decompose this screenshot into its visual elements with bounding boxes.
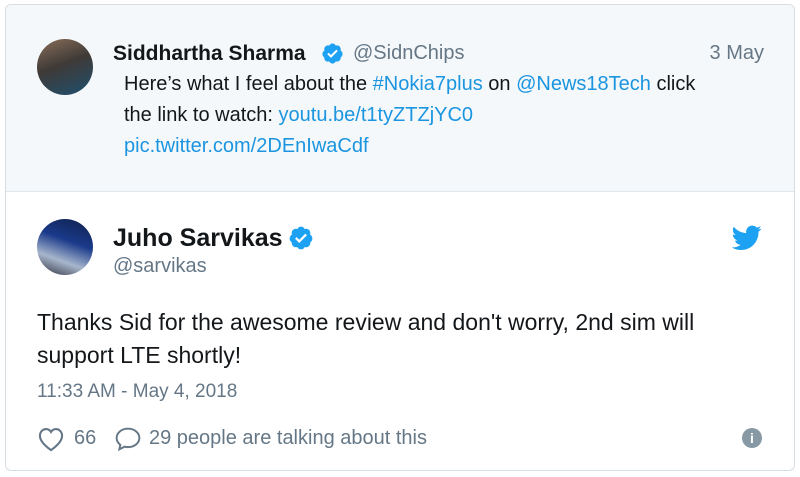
quoted-author-avatar[interactable] (37, 39, 93, 95)
tweet-timestamp[interactable]: 11:33 AM - May 4, 2018 (37, 381, 237, 403)
heart-icon[interactable] (37, 426, 65, 452)
twitter-bird-icon[interactable] (732, 225, 762, 251)
author-name[interactable]: Juho Sarvikas (113, 224, 283, 253)
talking-count[interactable]: 29 people are talking about this (149, 427, 427, 450)
youtube-link[interactable]: youtu.be/t1tyZTZjYC0 (279, 104, 474, 126)
quoted-text: click (650, 73, 696, 95)
pic-link[interactable]: pic.twitter.com/2DEnIwaCdf (124, 135, 369, 157)
author-handle[interactable]: @sarvikas (113, 255, 207, 278)
tweet-text: Thanks Sid for the awesome review and do… (37, 309, 695, 368)
quoted-text-line-2: the link to watch: youtu.be/t1tyZTZjYC0 (124, 104, 473, 127)
info-icon[interactable]: i (742, 428, 762, 448)
verified-badge-icon (288, 225, 314, 251)
quoted-text: the link to watch: (124, 104, 279, 126)
quoted-text: on (482, 73, 517, 95)
quoted-text-line-3: pic.twitter.com/2DEnIwaCdf (124, 135, 369, 158)
author-avatar[interactable] (37, 219, 93, 275)
like-count[interactable]: 66 (74, 427, 96, 450)
mention-link[interactable]: @News18Tech (516, 73, 651, 95)
quoted-tweet[interactable]: Siddhartha Sharma @SidnChips 3 May Here’… (6, 5, 794, 192)
speech-bubble-icon[interactable] (113, 426, 143, 452)
quoted-text-line-1: Here’s what I feel about the #Nokia7plus… (124, 73, 695, 96)
tweet-card: Siddhartha Sharma @SidnChips 3 May Here’… (5, 4, 795, 471)
quoted-text: Here’s what I feel about the (124, 73, 373, 95)
quoted-tweet-date[interactable]: 3 May (710, 42, 764, 65)
hashtag-link[interactable]: #Nokia7plus (373, 73, 483, 95)
quoted-author-name[interactable]: Siddhartha Sharma (113, 42, 306, 66)
quoted-author-handle[interactable]: @SidnChips (353, 42, 464, 65)
verified-badge-icon (321, 42, 344, 65)
